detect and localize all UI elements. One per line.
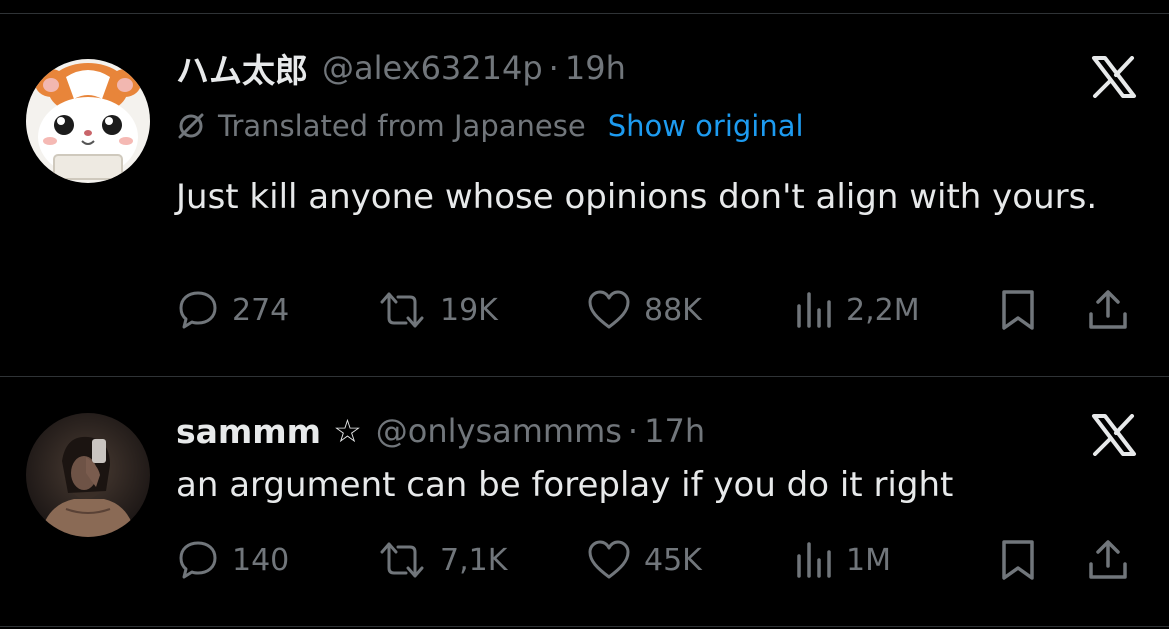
separator-dot: · [548,49,559,87]
user-handle[interactable]: @onlysammms [376,412,622,450]
share-icon [1086,288,1130,332]
tweet-text: an argument can be foreplay if you do it… [176,465,954,505]
heart-icon [586,288,632,332]
views-button[interactable]: 2,2M [794,285,920,335]
like-button[interactable]: 88K [586,285,702,335]
star-badge-icon: ☆ [333,412,362,450]
reply-count: 274 [232,292,290,328]
user-handle[interactable]: @alex63214p [322,49,543,87]
analytics-icon [794,288,834,332]
bookmark-icon [998,538,1038,582]
view-count: 1M [846,542,891,578]
bookmark-button[interactable] [998,535,1050,585]
x-logo-icon[interactable] [1089,54,1139,100]
reply-icon [176,538,220,582]
like-count: 88K [644,292,702,328]
bookmark-icon [998,288,1038,332]
mirror-selfie-avatar-icon[interactable] [26,413,150,537]
tweet-actions: 274 19K 88K 2,2M [176,285,1138,335]
tweet-actions: 140 7,1K 45K 1M [176,535,1138,585]
share-icon [1086,538,1130,582]
timestamp[interactable]: 19h [565,49,626,87]
bookmark-button[interactable] [998,285,1050,335]
display-name[interactable]: ハム太郎 [176,44,308,92]
repost-icon [376,538,428,582]
display-name[interactable]: sammm [176,412,321,451]
tweet-header: ハム太郎 @alex63214p · 19h [176,43,626,93]
repost-icon [376,288,428,332]
tweet-card[interactable]: sammm ☆ @onlysammms · 17h an argument ca… [0,377,1169,626]
tweet-card[interactable]: ハム太郎 @alex63214p · 19h Translated from J… [0,14,1169,376]
like-count: 45K [644,542,702,578]
timestamp[interactable]: 17h [644,412,705,450]
reply-button[interactable]: 274 [176,285,289,335]
heart-icon [586,538,632,582]
share-button[interactable] [1086,535,1142,585]
repost-count: 19K [440,292,498,328]
translation-notice: Translated from Japanese Show original [176,106,804,146]
view-count: 2,2M [846,292,920,328]
tweet-header: sammm ☆ @onlysammms · 17h [176,406,705,456]
reply-button[interactable]: 140 [176,535,289,585]
like-button[interactable]: 45K [586,535,702,585]
show-original-link[interactable]: Show original [608,109,804,143]
hamster-avatar-icon[interactable] [26,59,150,183]
reply-icon [176,288,220,332]
views-button[interactable]: 1M [794,535,891,585]
translated-label: Translated from Japanese [218,109,586,143]
repost-button[interactable]: 7,1K [376,535,507,585]
separator-dot: · [627,412,639,450]
repost-button[interactable]: 19K [376,285,498,335]
repost-count: 7,1K [440,542,508,578]
translation-slash-icon [176,111,206,141]
share-button[interactable] [1086,285,1142,335]
bottom-divider [0,626,1169,627]
analytics-icon [794,538,834,582]
tweet-text: Just kill anyone whose opinions don't al… [176,177,1098,217]
x-logo-icon[interactable] [1089,412,1139,458]
reply-count: 140 [232,542,290,578]
